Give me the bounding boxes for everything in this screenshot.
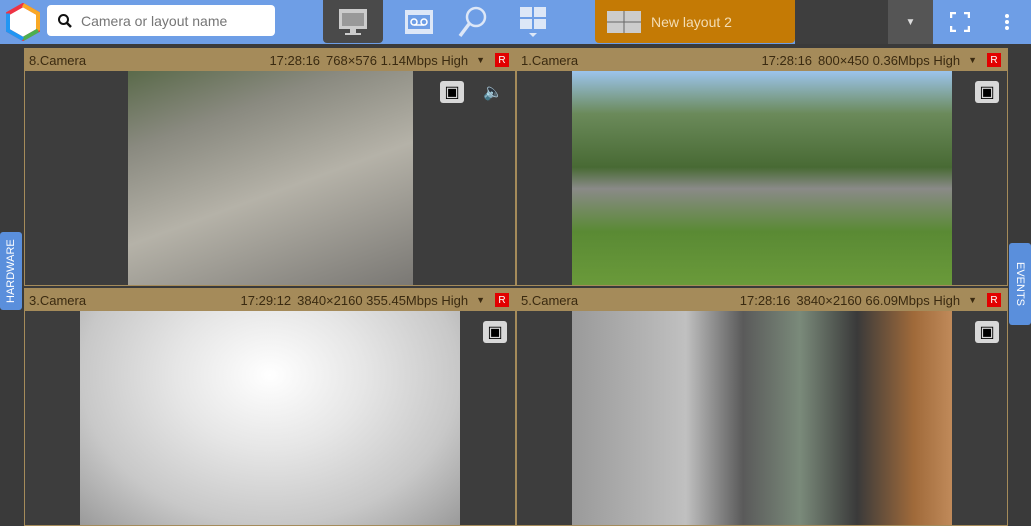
snapshot-icon[interactable]: ▣ [975, 321, 999, 343]
camera-tile[interactable]: 1.Camera 17:28:16 800×450 0.36Mbps High ▼ R … [516, 48, 1008, 286]
tile-header: 8.Camera 17:28:16 768×576 1.14Mbps High ▼ R [25, 49, 515, 71]
layout-grid-icon [607, 10, 641, 33]
recording-badge: R [987, 53, 1001, 67]
timestamp: 17:28:16 [739, 292, 791, 308]
camera-tile[interactable]: 8.Camera 17:28:16 768×576 1.14Mbps High ▼ R … [24, 48, 516, 286]
snapshot-icon[interactable]: ▣ [975, 81, 999, 103]
hardware-panel-tab[interactable]: HARDWARE [0, 232, 22, 310]
stream-dropdown-icon[interactable]: ▼ [968, 55, 977, 65]
video-feed [572, 311, 952, 525]
search-icon [58, 13, 72, 28]
tile-header: 1.Camera 17:28:16 800×450 0.36Mbps High ▼ R [517, 49, 1007, 71]
stream-info: 800×450 0.36Mbps High [818, 52, 961, 68]
grid-icon [520, 6, 546, 37]
camera-name: 1.Camera [521, 52, 579, 68]
layout-tab[interactable]: New layout 2 [595, 0, 795, 43]
chevron-down-icon: ▼ [905, 16, 916, 28]
fullscreen-button[interactable] [930, 0, 990, 43]
kebab-menu-icon [1005, 13, 1009, 30]
archive-button[interactable] [389, 0, 449, 43]
layout-dropdown-button[interactable]: ▼ [888, 0, 933, 44]
top-bar: New layout 2 ▼ [0, 0, 1031, 44]
live-view-button[interactable] [323, 0, 383, 43]
timestamp: 17:28:16 [269, 52, 321, 68]
stream-dropdown-icon[interactable]: ▼ [476, 295, 485, 305]
snapshot-icon[interactable]: ▣ [483, 321, 507, 343]
layouts-menu-button[interactable] [503, 0, 563, 43]
recording-badge: R [495, 293, 509, 307]
events-tab-label: EVENTS [1014, 261, 1026, 306]
hardware-tab-label: HARDWARE [5, 239, 17, 303]
search-input[interactable] [81, 12, 261, 29]
app-logo-icon [6, 3, 40, 41]
recording-badge: R [987, 293, 1001, 307]
more-menu-button[interactable] [982, 0, 1031, 43]
camera-name: 5.Camera [521, 292, 579, 308]
video-feed [80, 311, 460, 525]
stream-info: 768×576 1.14Mbps High [326, 52, 469, 68]
timestamp: 17:28:16 [761, 52, 813, 68]
events-panel-tab[interactable]: EVENTS [1009, 243, 1031, 325]
camera-name: 3.Camera [29, 292, 87, 308]
camera-tile[interactable]: 3.Camera 17:29:12 3840×2160 355.45Mbps Hig… [24, 288, 516, 526]
monitor-icon [339, 8, 367, 35]
video-feed [128, 71, 413, 285]
camera-name: 8.Camera [29, 52, 87, 68]
mute-icon[interactable]: 🔈 [481, 81, 505, 103]
stream-dropdown-icon[interactable]: ▼ [476, 55, 485, 65]
stream-dropdown-icon[interactable]: ▼ [968, 295, 977, 305]
search-field[interactable] [47, 5, 275, 36]
stream-info: 3840×2160 355.45Mbps High [297, 292, 469, 308]
stream-info: 3840×2160 66.09Mbps High [796, 292, 961, 308]
snapshot-icon[interactable]: ▣ [440, 81, 464, 103]
tile-header: 5.Camera 17:28:16 3840×2160 66.09Mbps High… [517, 289, 1007, 311]
magnifier-icon [458, 6, 487, 37]
tile-header: 3.Camera 17:29:12 3840×2160 355.45Mbps Hig… [25, 289, 515, 311]
recording-badge: R [495, 53, 509, 67]
search-button[interactable] [443, 0, 503, 43]
tape-icon [405, 9, 433, 34]
video-feed [572, 71, 952, 285]
camera-tile[interactable]: 5.Camera 17:28:16 3840×2160 66.09Mbps High… [516, 288, 1008, 526]
layout-tab-label: New layout 2 [651, 13, 732, 30]
fullscreen-icon [950, 11, 970, 32]
timestamp: 17:29:12 [240, 292, 292, 308]
